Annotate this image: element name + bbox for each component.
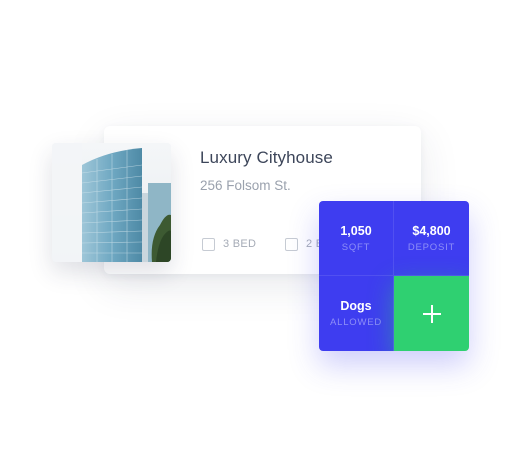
- stat-deposit: $4,800 DEPOSIT: [394, 201, 469, 276]
- stat-value: $4,800: [412, 223, 451, 238]
- add-button[interactable]: [394, 276, 469, 351]
- stat-pets: Dogs ALLOWED: [319, 276, 394, 351]
- amenity-bed[interactable]: 3 BED: [202, 236, 256, 252]
- building-image: [52, 143, 171, 262]
- stats-panel: 1,050 SQFT $4,800 DEPOSIT Dogs ALLOWED: [319, 201, 469, 351]
- amenity-label: 3 BED: [223, 238, 257, 250]
- stat-label: SQFT: [341, 241, 371, 253]
- stat-label: DEPOSIT: [407, 241, 456, 253]
- plus-icon: [422, 304, 441, 323]
- stat-value: Dogs: [340, 299, 372, 313]
- stat-sqft: 1,050 SQFT: [319, 201, 394, 276]
- listing-photo[interactable]: [52, 143, 171, 262]
- checkbox-icon[interactable]: [202, 237, 215, 251]
- listing-title: Luxury Cityhouse: [200, 148, 333, 167]
- checkbox-icon[interactable]: [285, 237, 298, 251]
- stat-label: ALLOWED: [329, 317, 383, 328]
- listing-address: 256 Folsom St.: [200, 178, 291, 193]
- stat-value: 1,050: [340, 223, 372, 238]
